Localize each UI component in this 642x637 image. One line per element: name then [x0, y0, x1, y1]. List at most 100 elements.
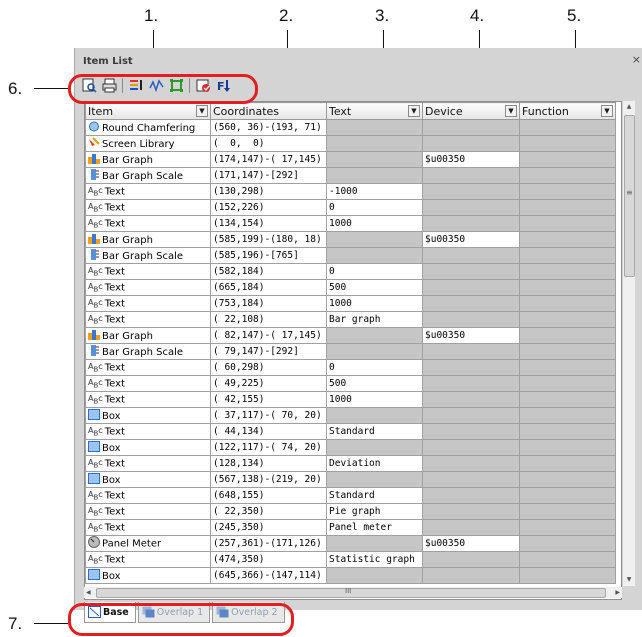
text-cell[interactable] — [326, 407, 423, 424]
item-cell[interactable]: ABc Text — [85, 295, 211, 312]
coordinates-cell[interactable]: (560, 36)-(193, 71) — [210, 119, 327, 136]
coordinates-cell[interactable]: (130,298) — [210, 183, 327, 200]
function-cell[interactable] — [519, 327, 616, 344]
device-cell[interactable] — [422, 135, 520, 152]
table-row[interactable]: Bar Graph Scale (585,196)-[765] — [85, 247, 616, 264]
text-cell[interactable]: Deviation — [326, 455, 423, 472]
text-cell[interactable] — [326, 151, 423, 168]
function-cell[interactable] — [519, 423, 616, 440]
scroll-right-icon[interactable]: ▶ — [615, 587, 620, 598]
item-cell[interactable]: ABc Text — [85, 263, 211, 280]
table-row[interactable]: ABc Text( 22,108) Bar graph — [85, 311, 616, 328]
item-cell[interactable]: Bar Graph — [85, 327, 211, 344]
function-cell[interactable] — [519, 167, 616, 184]
horizontal-scrollbar[interactable]: ◀ III ▶ — [84, 587, 622, 598]
coordinates-cell[interactable]: (665,184) — [210, 279, 327, 296]
text-cell[interactable] — [326, 119, 423, 136]
device-cell[interactable] — [422, 567, 520, 584]
function-cell[interactable] — [519, 183, 616, 200]
coordinates-cell[interactable]: (152,226) — [210, 199, 327, 216]
column-header-function[interactable]: Function ▼ — [519, 102, 616, 120]
item-cell[interactable]: ABc Text — [85, 487, 211, 504]
table-row[interactable]: ABc Text (753,184) 1000 — [85, 295, 616, 312]
table-row[interactable]: ABc Text (245,350) Panel meter — [85, 519, 616, 536]
item-cell[interactable]: Round Chamfering — [85, 119, 211, 136]
function-cell[interactable] — [519, 215, 616, 232]
function-cell[interactable] — [519, 135, 616, 152]
coordinates-cell[interactable]: (753,184) — [210, 295, 327, 312]
text-cell[interactable]: 0 — [326, 263, 423, 280]
function-cell[interactable] — [519, 471, 616, 488]
device-cell[interactable] — [422, 167, 520, 184]
table-row[interactable]: Bar Graph ( 82,147)-( 17,145) $u00350 — [85, 327, 616, 344]
coordinates-cell[interactable]: (474,350) — [210, 551, 327, 568]
text-cell[interactable]: -1000 — [326, 183, 423, 200]
table-row[interactable]: ABc Text (134,154) 1000 — [85, 215, 616, 232]
device-cell[interactable]: $u00350 — [422, 327, 520, 344]
item-cell[interactable]: ABc Text — [85, 519, 211, 536]
coordinates-cell[interactable]: (245,350) — [210, 519, 327, 536]
table-row[interactable]: Screen Library ( 0, 0) — [85, 135, 616, 152]
coordinates-cell[interactable]: (648,155) — [210, 487, 327, 504]
item-cell[interactable]: ABc Text — [85, 503, 211, 520]
device-cell[interactable] — [422, 471, 520, 488]
function-cell[interactable] — [519, 567, 616, 584]
close-icon[interactable]: × — [632, 53, 641, 66]
table-row[interactable]: ABc Text (582,184) 0 — [85, 263, 616, 280]
item-cell[interactable]: ABc Text — [85, 279, 211, 296]
function-cell[interactable] — [519, 487, 616, 504]
item-cell[interactable]: ABc Text — [85, 375, 211, 392]
coordinates-cell[interactable]: ( 0, 0) — [210, 135, 327, 152]
function-cell[interactable] — [519, 263, 616, 280]
function-cell[interactable] — [519, 391, 616, 408]
device-cell[interactable] — [422, 183, 520, 200]
function-cell[interactable] — [519, 247, 616, 264]
item-cell[interactable]: Bar Graph — [85, 151, 211, 168]
item-cell[interactable]: ABc Text — [85, 215, 211, 232]
text-cell[interactable] — [326, 231, 423, 248]
item-cell[interactable]: Bar Graph Scale — [85, 247, 211, 264]
table-row[interactable]: ABc Text( 42,155) 1000 — [85, 391, 616, 408]
text-cell[interactable]: Bar graph — [326, 311, 423, 328]
table-row[interactable]: Panel Meter (257,361)-(171,126) $u00350 — [85, 535, 616, 552]
coordinates-cell[interactable]: (567,138)-(219, 20) — [210, 471, 327, 488]
item-cell[interactable]: ABc Text — [85, 359, 211, 376]
table-row[interactable]: Bar Graph Scale ( 79,147)-[292] — [85, 343, 616, 360]
item-cell[interactable]: Box — [85, 471, 211, 488]
device-cell[interactable] — [422, 519, 520, 536]
text-cell[interactable]: Standard — [326, 423, 423, 440]
text-cell[interactable] — [326, 343, 423, 360]
item-cell[interactable]: ABc Text — [85, 311, 211, 328]
device-cell[interactable] — [422, 455, 520, 472]
text-cell[interactable] — [326, 439, 423, 456]
device-cell[interactable] — [422, 423, 520, 440]
table-row[interactable]: Box (567,138)-(219, 20) — [85, 471, 616, 488]
device-cell[interactable] — [422, 391, 520, 408]
device-cell[interactable]: $u00350 — [422, 151, 520, 168]
function-cell[interactable] — [519, 535, 616, 552]
text-cell[interactable]: 1000 — [326, 391, 423, 408]
function-cell[interactable] — [519, 439, 616, 456]
item-list-grid[interactable]: Item ▼ Coordinates Text ▼ Device ▼ Function… — [84, 101, 622, 600]
item-cell[interactable]: ABc Text — [85, 391, 211, 408]
text-cell[interactable] — [326, 535, 423, 552]
text-cell[interactable]: Statistic graph — [326, 551, 423, 568]
table-row[interactable]: ABc Text (648,155) Standard — [85, 487, 616, 504]
text-cell[interactable]: 500 — [326, 279, 423, 296]
table-row[interactable]: ABc Text( 22,350) Pie graph — [85, 503, 616, 520]
device-cell[interactable] — [422, 215, 520, 232]
coordinates-cell[interactable]: ( 49,225) — [210, 375, 327, 392]
function-cell[interactable] — [519, 551, 616, 568]
table-row[interactable]: ABc Text (665,184) 500 — [85, 279, 616, 296]
text-cell[interactable]: Panel meter — [326, 519, 423, 536]
function-cell[interactable] — [519, 519, 616, 536]
table-row[interactable]: Bar Graph Scale (171,147)-[292] — [85, 167, 616, 184]
table-row[interactable]: Box (645,366)-(147,114) — [85, 567, 616, 584]
device-cell[interactable] — [422, 439, 520, 456]
function-cell[interactable] — [519, 151, 616, 168]
coordinates-cell[interactable]: ( 22,350) — [210, 503, 327, 520]
item-cell[interactable]: Bar Graph — [85, 231, 211, 248]
scroll-up-icon[interactable]: ▲ — [623, 101, 635, 113]
function-cell[interactable] — [519, 455, 616, 472]
item-cell[interactable]: Box — [85, 567, 211, 584]
